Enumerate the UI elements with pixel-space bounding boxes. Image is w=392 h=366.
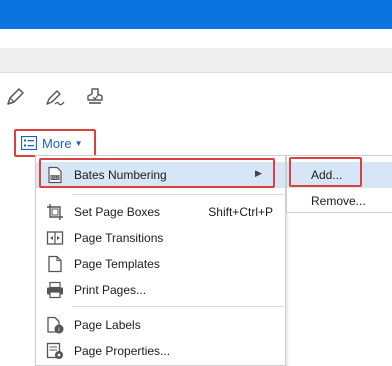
chevron-down-icon: ▼ <box>74 138 83 148</box>
menu-bar <box>0 29 392 48</box>
page-templates-icon <box>46 255 64 273</box>
more-menu: 012 Bates Numbering ▶ Set Page Boxes Shi… <box>35 155 286 366</box>
list-icon <box>21 136 37 150</box>
print-icon <box>46 281 64 299</box>
tab-strip <box>0 48 392 73</box>
submenu-arrow-icon: ▶ <box>255 168 262 178</box>
bates-numbering-icon: 012 <box>46 166 64 184</box>
menu-item-set-page-boxes[interactable]: Set Page Boxes Shift+Ctrl+P <box>36 199 285 225</box>
menu-item-label: Print Pages... <box>74 283 147 297</box>
stamp-icon[interactable] <box>84 86 106 108</box>
page-transitions-icon <box>46 229 64 247</box>
menu-separator <box>72 306 284 307</box>
menu-item-label: Bates Numbering <box>74 168 167 182</box>
title-bar <box>0 0 392 29</box>
menu-item-page-transitions[interactable]: Page Transitions <box>36 225 285 251</box>
menu-item-page-templates[interactable]: Page Templates <box>36 251 285 277</box>
sign-icon[interactable] <box>44 86 66 108</box>
svg-text:012: 012 <box>51 175 59 180</box>
menu-item-page-properties[interactable]: Page Properties... <box>36 338 285 364</box>
menu-separator <box>72 194 284 195</box>
menu-item-label: Page Templates <box>74 257 160 271</box>
submenu-item-label: Add... <box>311 168 343 182</box>
crop-icon <box>46 203 64 221</box>
submenu-item-remove[interactable]: Remove... <box>287 188 392 214</box>
submenu-item-add[interactable]: Add... <box>287 162 392 188</box>
menu-item-print-pages[interactable]: Print Pages... <box>36 277 285 303</box>
bates-submenu: Add... Remove... <box>286 155 392 213</box>
menu-item-shortcut: Shift+Ctrl+P <box>208 205 273 219</box>
menu-item-label: Page Properties... <box>74 344 171 358</box>
menu-item-page-labels[interactable]: i Page Labels <box>36 312 285 338</box>
page-labels-icon: i <box>46 316 64 334</box>
menu-item-label: Set Page Boxes <box>74 205 161 219</box>
more-label: More <box>42 135 72 151</box>
menu-item-label: Page Labels <box>74 318 141 332</box>
more-button[interactable]: More ▼ <box>18 133 93 153</box>
menu-item-label: Page Transitions <box>74 231 164 245</box>
submenu-item-label: Remove... <box>311 194 366 208</box>
menu-item-bates-numbering[interactable]: 012 Bates Numbering ▶ <box>36 162 285 188</box>
page-properties-icon <box>46 342 64 360</box>
pencil-icon[interactable] <box>4 86 26 108</box>
